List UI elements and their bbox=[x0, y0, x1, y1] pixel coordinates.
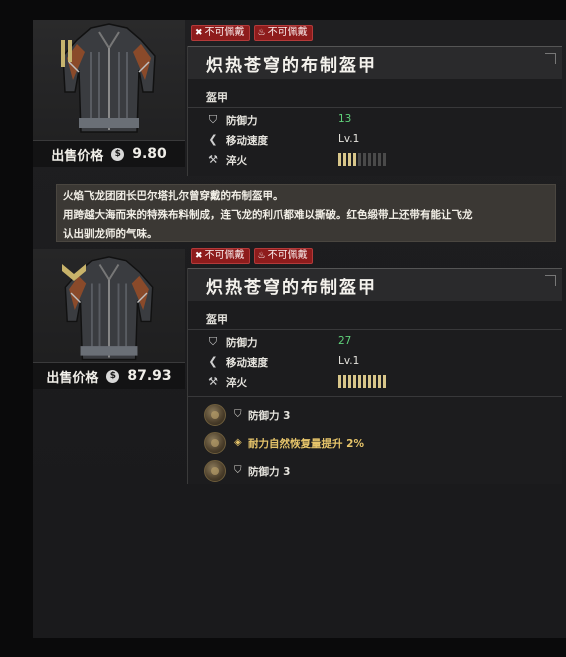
stat-label: 移动速度 bbox=[226, 357, 268, 369]
stat-row-defense: ⛉ 防御力 13 bbox=[188, 110, 562, 130]
restriction-icon: ✖ bbox=[195, 251, 203, 261]
divider bbox=[188, 329, 562, 330]
bonus-row: ⛉ 防御力 3 bbox=[188, 457, 562, 485]
hammer-icon: ⚒ bbox=[208, 375, 218, 388]
tier-marker-icon-small bbox=[61, 55, 65, 67]
stat-row-speed: ❮ 移动速度 Lv.1 bbox=[188, 130, 562, 150]
bonus-text: 防御力 3 bbox=[248, 466, 291, 478]
restriction-icon: ✖ bbox=[195, 28, 203, 38]
unequippable-tag: ✖ 不可佩戴 bbox=[191, 248, 250, 264]
tag-label: 不可佩戴 bbox=[204, 27, 245, 38]
stat-row-defense: ⛉ 防御力 27 bbox=[188, 332, 562, 352]
price-value: 9.80 bbox=[132, 146, 167, 162]
flame-icon: ♨ bbox=[257, 28, 266, 38]
level-segment bbox=[343, 375, 346, 388]
level-segment bbox=[338, 375, 341, 388]
stat-value: Lv.1 bbox=[338, 355, 360, 367]
temper-level-bar bbox=[338, 375, 386, 388]
stat-row-temper: ⚒ 淬火 bbox=[188, 150, 562, 170]
level-segment bbox=[348, 375, 351, 388]
price-label: 出售价格 bbox=[51, 148, 104, 164]
temper-level-bar bbox=[338, 153, 386, 166]
equipped-chevron-icon bbox=[62, 264, 86, 281]
item-card-1: 炽热苍穹的布制盔甲 盔甲 ⛉ 防御力 13 ❮ 移动速度 Lv.1 ⚒ 淬火 bbox=[187, 46, 562, 176]
level-segment bbox=[363, 153, 366, 166]
unequippable-tag: ✖ 不可佩戴 bbox=[191, 25, 250, 41]
diamond-icon: ◈ bbox=[234, 437, 242, 448]
wing-icon: ❮ bbox=[208, 355, 218, 368]
stat-label: 移动速度 bbox=[226, 135, 268, 147]
shield-icon: ⛉ bbox=[234, 409, 242, 420]
stat-label: 淬火 bbox=[226, 377, 247, 389]
item-name: 炽热苍穹的布制盔甲 bbox=[188, 46, 562, 79]
description-line: 用跨越大海而来的特殊布料制成，连飞龙的利爪都难以撕破。红色缎带上还带有能让飞龙 bbox=[63, 209, 473, 221]
level-segment bbox=[338, 153, 341, 166]
bonus-list: ⛉ 防御力 3 ◈ 耐力自然恢复量提升 2% ⛉ 防御力 3 bbox=[188, 397, 562, 485]
level-segment bbox=[358, 153, 361, 166]
stat-row-speed: ❮ 移动速度 Lv.1 bbox=[188, 352, 562, 372]
level-segment bbox=[368, 153, 371, 166]
tag-label: 不可佩戴 bbox=[267, 27, 308, 38]
stat-label: 淬火 bbox=[226, 155, 247, 167]
level-segment bbox=[383, 153, 386, 166]
item-type: 盔甲 bbox=[206, 313, 228, 326]
shield-icon: ⛉ bbox=[208, 335, 218, 348]
level-segment bbox=[348, 153, 351, 166]
level-segment bbox=[378, 153, 381, 166]
unequippable-tag: ♨ 不可佩戴 bbox=[253, 248, 313, 264]
shield-icon: ⛉ bbox=[208, 113, 218, 126]
level-segment bbox=[368, 375, 371, 388]
description-line: 认出驯龙师的气味。 bbox=[63, 228, 158, 240]
medal-icon bbox=[204, 404, 226, 426]
tag-label: 不可佩戴 bbox=[204, 250, 245, 261]
bonus-text: 防御力 3 bbox=[248, 410, 291, 422]
medal-icon bbox=[204, 432, 226, 454]
item-description: 火焰飞龙团团长巴尔塔扎尔曾穿戴的布制盔甲。 用跨越大海而来的特殊布料制成，连飞龙… bbox=[56, 184, 556, 242]
unequippable-tag: ♨ 不可佩戴 bbox=[253, 25, 313, 41]
stat-label: 防御力 bbox=[226, 337, 258, 349]
shield-icon: ⛉ bbox=[234, 465, 242, 476]
coin-icon: $ bbox=[111, 147, 125, 161]
item-tags-2: ✖ 不可佩戴 ♨ 不可佩戴 bbox=[191, 248, 313, 264]
description-line: 火焰飞龙团团长巴尔塔扎尔曾穿戴的布制盔甲。 bbox=[63, 190, 284, 202]
stat-row-temper: ⚒ 淬火 bbox=[188, 372, 562, 392]
item-card-2: 炽热苍穹的布制盔甲 盔甲 ⛉ 防御力 27 ❮ 移动速度 Lv.1 ⚒ 淬火 ⛉… bbox=[187, 268, 562, 484]
stat-value: 27 bbox=[338, 335, 352, 347]
level-segment bbox=[363, 375, 366, 388]
item-tags-1: ✖ 不可佩戴 ♨ 不可佩戴 bbox=[191, 25, 313, 41]
divider bbox=[188, 107, 562, 108]
item-thumbnail-2[interactable]: 出售价格 $ 87.93 bbox=[33, 249, 185, 389]
level-segment bbox=[373, 375, 376, 388]
bonus-row: ⛉ 防御力 3 bbox=[188, 401, 562, 429]
price-label: 出售价格 bbox=[46, 370, 99, 386]
price-bar: 出售价格 $ 87.93 bbox=[33, 362, 185, 389]
armor-image bbox=[62, 23, 156, 133]
level-segment bbox=[353, 153, 356, 166]
stat-label: 防御力 bbox=[226, 115, 258, 127]
coin-icon: $ bbox=[106, 369, 120, 383]
level-segment bbox=[353, 375, 356, 388]
item-name: 炽热苍穹的布制盔甲 bbox=[188, 268, 562, 301]
tag-label: 不可佩戴 bbox=[267, 250, 308, 261]
level-segment bbox=[343, 153, 346, 166]
price-value: 87.93 bbox=[127, 368, 172, 384]
bonus-text: 耐力自然恢复量提升 2% bbox=[248, 438, 364, 450]
level-segment bbox=[358, 375, 361, 388]
bonus-row: ◈ 耐力自然恢复量提升 2% bbox=[188, 429, 562, 457]
item-type: 盔甲 bbox=[206, 91, 228, 104]
medal-icon bbox=[204, 460, 226, 482]
wing-icon: ❮ bbox=[208, 133, 218, 146]
level-segment bbox=[373, 153, 376, 166]
price-bar: 出售价格 $ 9.80 bbox=[33, 140, 185, 167]
flame-icon: ♨ bbox=[257, 251, 266, 261]
hammer-icon: ⚒ bbox=[208, 153, 218, 166]
stat-value: 13 bbox=[338, 113, 352, 125]
stat-value: Lv.1 bbox=[338, 133, 360, 145]
level-segment bbox=[378, 375, 381, 388]
item-thumbnail-1[interactable]: 出售价格 $ 9.80 bbox=[33, 20, 185, 167]
level-segment bbox=[383, 375, 386, 388]
